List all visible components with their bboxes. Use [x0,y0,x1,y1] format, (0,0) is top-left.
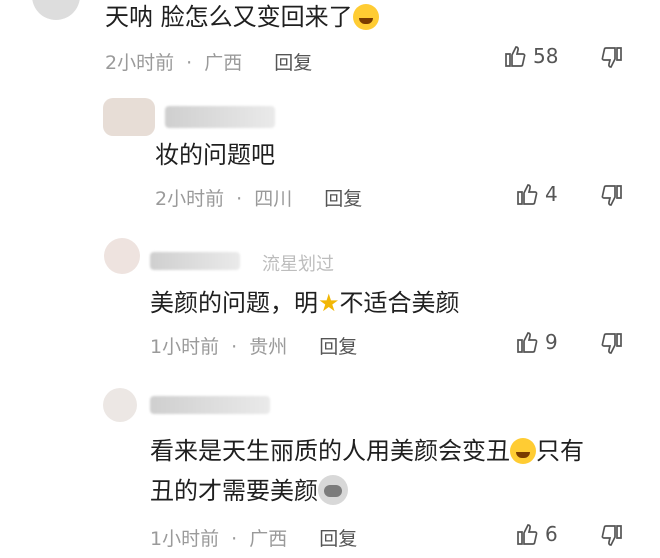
dog-emoji-icon [318,475,348,505]
commenter-username [150,396,270,414]
meta-separator: · [186,52,193,74]
thumbs-up-icon [517,332,538,353]
thumbs-up-icon [517,524,538,545]
comment-text: 妆的问题吧 [155,141,275,169]
comment-meta: 2小时前 · 四川 回复 [155,184,362,211]
commenter-avatar[interactable] [103,98,155,136]
like-count: 6 [545,522,558,546]
comment-location: 广西 [249,528,288,550]
commenter-username-hidden [150,252,240,270]
like-button[interactable]: 58 [503,44,558,68]
comment-time: 2小时前 [155,188,225,210]
meta-separator: · [236,188,243,210]
comment-text: 天呐 脸怎么又变回来了 [105,0,379,34]
comment-text-part-a: 美颜的问题，明 [150,289,318,317]
like-count: 4 [545,182,558,206]
reply-button[interactable]: 回复 [324,188,362,210]
comment-text-line1-a: 看来是天生丽质的人用美颜会变丑 [150,437,510,465]
comment-location: 四川 [254,188,293,210]
comment-meta: 1小时前 · 贵州 回复 [150,332,357,359]
comment-time: 1小时前 [150,336,220,358]
thumbs-down-icon[interactable] [600,332,624,356]
comment-location: 广西 [204,52,243,74]
comment-text-part-b: 不适合美颜 [339,289,460,317]
reply-button[interactable]: 回复 [274,52,312,74]
reply-button[interactable]: 回复 [319,528,357,550]
meta-separator: · [231,336,238,358]
like-count: 58 [533,44,559,68]
thumbs-up-icon [505,46,526,67]
like-count: 9 [545,330,558,354]
comment-text: 看来是天生丽质的人用美颜会变丑 只有 [150,434,584,468]
thumbs-down-icon[interactable] [600,184,624,208]
commenter-username: 流星划过 [262,254,334,275]
thumbs-down-icon[interactable] [600,46,624,70]
comment-meta: 2小时前 · 广西 回复 [105,48,312,75]
comment-text-line2-text: 丑的才需要美颜 [150,477,318,505]
comment-meta: 1小时前 · 广西 回复 [150,524,357,551]
commenter-avatar[interactable] [104,238,140,274]
commenter-avatar[interactable] [32,0,80,20]
star-emoji-icon: ★ [318,289,340,317]
reply-button[interactable]: 回复 [319,336,357,358]
comment-location: 贵州 [249,336,288,358]
laughing-tears-emoji-icon [352,4,379,30]
comment-time: 1小时前 [150,528,220,550]
commenter-avatar[interactable] [103,388,137,422]
comment-text-line2: 丑的才需要美颜 [150,474,348,508]
meta-separator: · [231,528,238,550]
like-button[interactable]: 6 [515,522,558,546]
comment-text-line1-b: 只有 [536,437,584,465]
thumbs-up-icon [517,184,538,205]
laughing-tears-emoji-icon [510,438,536,464]
like-button[interactable]: 9 [515,330,558,354]
comment-text-main: 天呐 脸怎么又变回来了 [105,3,353,31]
commenter-username [165,106,275,128]
comment-time: 2小时前 [105,52,175,74]
thumbs-down-icon[interactable] [600,524,624,548]
comment-text: 美颜的问题，明★不适合美颜 [150,286,460,320]
like-button[interactable]: 4 [515,182,558,206]
